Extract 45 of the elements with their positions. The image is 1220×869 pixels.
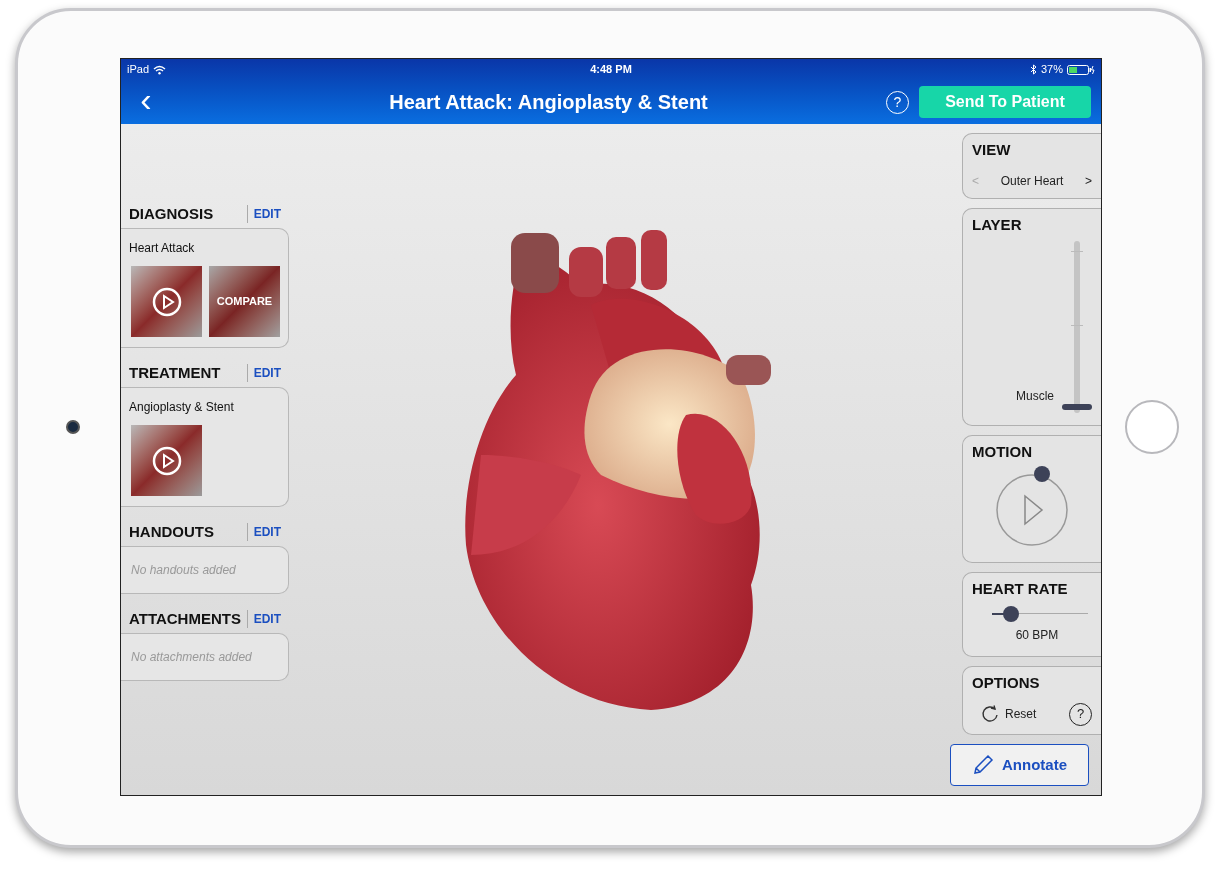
play-dial[interactable] bbox=[994, 471, 1070, 548]
empty-message: No handouts added bbox=[131, 562, 236, 579]
panel-title: HEART RATE bbox=[972, 579, 1068, 599]
panel-title: MOTION bbox=[972, 442, 1032, 462]
reset-icon bbox=[981, 705, 999, 723]
panel-title: VIEW bbox=[972, 140, 1011, 160]
view-value: Outer Heart bbox=[1000, 172, 1064, 190]
item-title: Angioplasty & Stent bbox=[129, 399, 235, 416]
play-icon bbox=[151, 286, 182, 317]
panel-title: LAYER bbox=[972, 215, 1022, 235]
item-title: Heart Attack bbox=[129, 240, 196, 257]
heart-rate-reading: 60 BPM bbox=[1015, 626, 1059, 644]
edit-link[interactable]: EDIT bbox=[253, 523, 281, 541]
dial-thumb[interactable] bbox=[1034, 465, 1050, 482]
page-title: Heart Attack: Angioplasty & Stent bbox=[389, 90, 708, 115]
back-button[interactable]: ‹ bbox=[131, 82, 161, 122]
slider-thumb[interactable] bbox=[1062, 404, 1092, 410]
bluetooth-icon bbox=[1030, 64, 1037, 75]
video-thumbnail[interactable] bbox=[131, 425, 202, 496]
section-title: HANDOUTS bbox=[129, 521, 215, 542]
camera-icon bbox=[66, 420, 80, 434]
panel-title: OPTIONS bbox=[972, 673, 1040, 693]
battery-icon bbox=[1067, 64, 1095, 75]
edit-link[interactable]: EDIT bbox=[253, 610, 281, 628]
section-title: ATTACHMENTS bbox=[129, 608, 242, 629]
play-icon bbox=[151, 445, 182, 476]
device-name: iPad bbox=[127, 62, 150, 78]
reset-button[interactable]: Reset bbox=[981, 705, 1069, 723]
heart-rate-slider[interactable] bbox=[992, 604, 1088, 623]
battery-percent: 37% bbox=[1041, 62, 1063, 78]
edit-link[interactable]: EDIT bbox=[253, 205, 281, 223]
empty-message: No attachments added bbox=[131, 649, 252, 666]
video-thumbnail[interactable] bbox=[131, 266, 202, 337]
wifi-icon bbox=[153, 64, 167, 75]
section-title: TREATMENT bbox=[129, 362, 222, 383]
slider-thumb[interactable] bbox=[1003, 605, 1020, 622]
layer-slider[interactable] bbox=[1062, 241, 1092, 413]
layer-label: Muscle bbox=[1016, 388, 1054, 405]
status-time: 4:48 PM bbox=[590, 62, 632, 78]
next-view-button[interactable]: > bbox=[1084, 171, 1092, 190]
annotate-button[interactable]: Annotate bbox=[950, 744, 1089, 786]
edit-link[interactable]: EDIT bbox=[253, 364, 281, 382]
section-title: DIAGNOSIS bbox=[129, 203, 215, 224]
compare-button[interactable]: COMPARE bbox=[209, 266, 280, 337]
pencil-icon bbox=[972, 754, 994, 776]
